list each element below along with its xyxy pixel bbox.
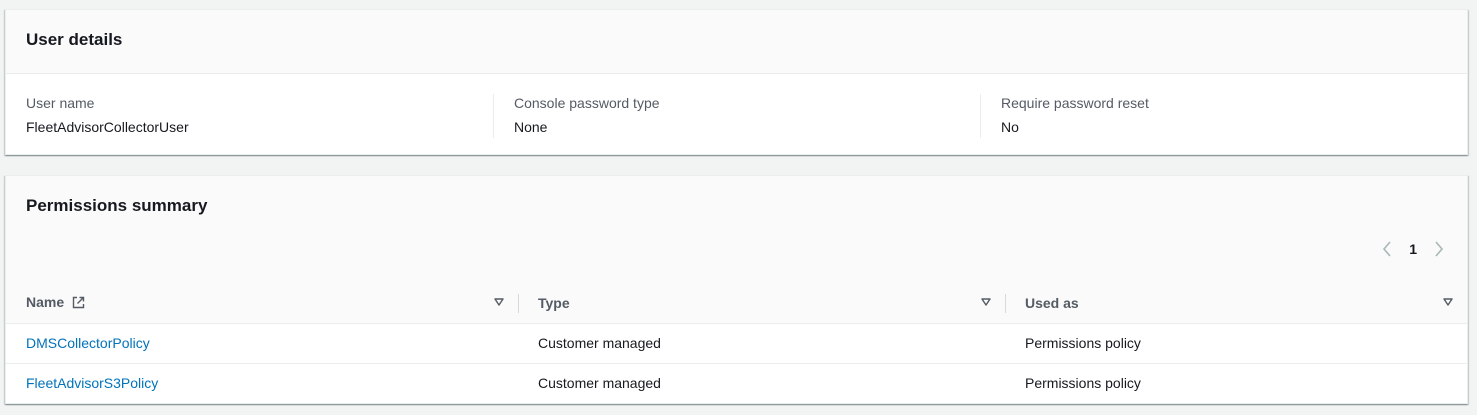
field-label: Console password type [514,95,660,111]
chevron-left-icon[interactable] [1379,240,1395,258]
user-details-fields: User name FleetAdvisorCollectorUser Cons… [6,74,1467,138]
policy-link[interactable]: FleetAdvisorS3Policy [26,375,158,391]
permissions-header: Permissions summary 1 [6,176,1467,284]
sort-icon[interactable] [1443,298,1453,309]
table-row: FleetAdvisorS3Policy Customer managed Pe… [6,363,1467,403]
user-details-title: User details [26,30,123,49]
user-details-panel: User details User name FleetAdvisorColle… [5,9,1468,155]
sort-icon[interactable] [981,298,991,309]
column-header-type[interactable]: Type [518,284,1005,323]
field-value: FleetAdvisorCollectorUser [26,119,189,135]
column-header-name[interactable]: Name [6,284,518,323]
column-header-label: Name [26,294,65,311]
table-header-row: Name Type Used as [6,284,1467,323]
field-label: Require password reset [1001,95,1149,111]
sort-icon[interactable] [494,298,504,309]
cell-type: Customer managed [538,335,661,351]
permissions-summary-panel: Permissions summary 1 Name Type Used as … [5,175,1468,404]
cell-type: Customer managed [538,375,661,392]
cell-used-as: Permissions policy [1025,375,1141,392]
field-label: User name [26,95,95,111]
field-console-password-type: Console password type None [493,94,980,138]
column-header-used-as[interactable]: Used as [1005,284,1467,323]
policy-link[interactable]: DMSCollectorPolicy [26,335,150,351]
permissions-table: Name Type Used as DMSCollectorPolicy Cus… [6,284,1467,403]
field-value: No [1001,119,1019,135]
field-require-password-reset: Require password reset No [980,94,1467,138]
field-value: None [514,119,548,135]
table-row: DMSCollectorPolicy Customer managed Perm… [6,323,1467,363]
external-link-icon[interactable] [72,296,85,312]
cell-used-as: Permissions policy [1025,335,1141,351]
cell-name: DMSCollectorPolicy [6,323,518,363]
column-header-label: Type [538,295,570,312]
column-header-label: Used as [1025,295,1079,312]
cell-name: FleetAdvisorS3Policy [6,363,518,403]
field-user-name: User name FleetAdvisorCollectorUser [6,94,493,138]
current-page[interactable]: 1 [1409,241,1417,257]
pagination: 1 [1379,240,1447,258]
user-details-header: User details [6,10,1467,74]
chevron-right-icon[interactable] [1431,240,1447,258]
permissions-title: Permissions summary [26,196,208,215]
